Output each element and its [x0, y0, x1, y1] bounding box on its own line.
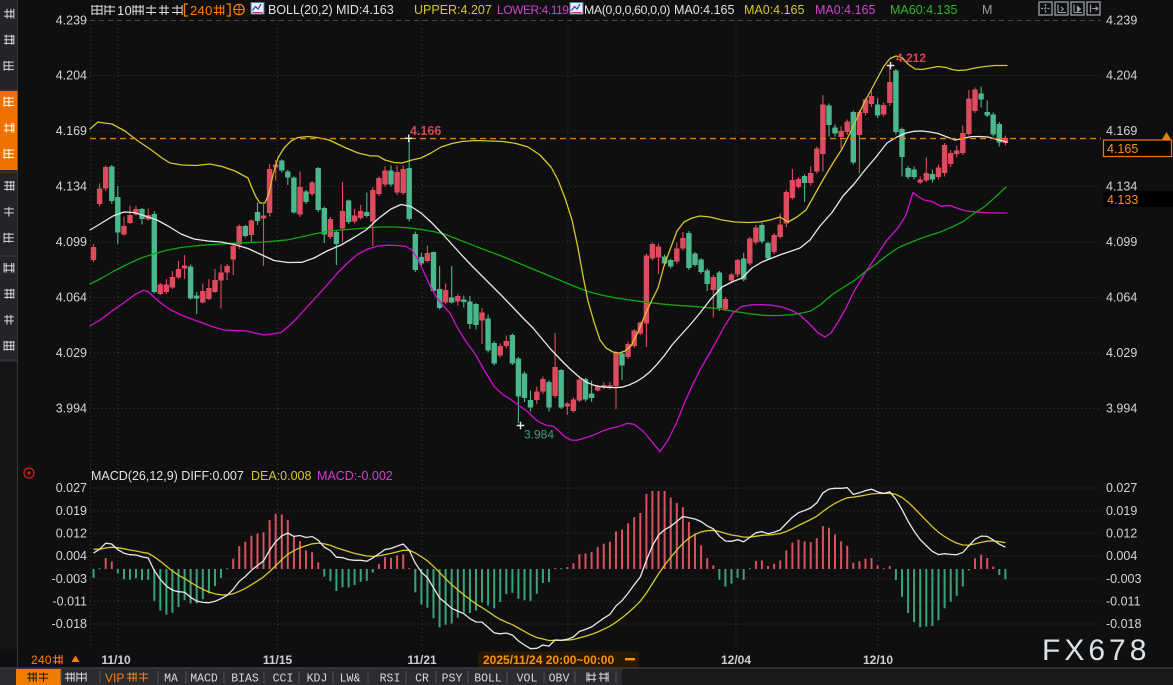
svg-text:0: 0 [45, 653, 52, 667]
svg-text:4.212: 4.212 [896, 51, 926, 65]
svg-text:MACD:-0.002: MACD:-0.002 [317, 469, 393, 483]
svg-text:4.064: 4.064 [1106, 291, 1137, 305]
svg-text:-0.018: -0.018 [52, 617, 87, 631]
svg-text:CR: CR [415, 673, 429, 685]
svg-text:OBV: OBV [549, 673, 570, 685]
svg-text:12/04: 12/04 [721, 653, 751, 667]
svg-text:0.012: 0.012 [56, 527, 87, 541]
svg-text:RSI: RSI [380, 673, 401, 685]
svg-text:MA(0,0,0,60,0,0): MA(0,0,0,60,0,0) [584, 3, 670, 17]
svg-text:3.994: 3.994 [1106, 402, 1137, 416]
svg-text:0.027: 0.027 [56, 481, 87, 495]
svg-text:0: 0 [125, 3, 132, 18]
svg-text:MA: MA [164, 673, 178, 685]
svg-text:4.133: 4.133 [1107, 193, 1138, 207]
svg-text:4.029: 4.029 [1106, 346, 1137, 360]
svg-text:0.012: 0.012 [1106, 527, 1137, 541]
svg-text:LW&: LW& [340, 673, 361, 685]
svg-text:4.064: 4.064 [56, 291, 87, 305]
svg-text:4.239: 4.239 [1106, 14, 1137, 28]
svg-text:MA60:4.135: MA60:4.135 [890, 3, 957, 17]
svg-text:-0.003: -0.003 [52, 572, 87, 586]
svg-text:FX678: FX678 [1042, 634, 1150, 667]
svg-text:0.019: 0.019 [1106, 504, 1137, 518]
svg-text:2: 2 [31, 653, 38, 667]
svg-text:MA0:4.165: MA0:4.165 [815, 3, 876, 17]
svg-text:11/15: 11/15 [263, 653, 293, 667]
svg-text:VIP: VIP [105, 671, 124, 685]
svg-text:BOLL: BOLL [474, 673, 502, 685]
svg-text:2025/11/24 20:00~00:00: 2025/11/24 20:00~00:00 [483, 653, 614, 667]
svg-text:MACD(26,12,9) DIFF:0.007: MACD(26,12,9) DIFF:0.007 [91, 469, 244, 483]
svg-text:0.004: 0.004 [56, 549, 87, 563]
svg-text:4.239: 4.239 [56, 14, 87, 28]
svg-text:4.169: 4.169 [56, 124, 87, 138]
svg-text:3.984: 3.984 [524, 428, 554, 442]
svg-text:BIAS: BIAS [231, 673, 259, 685]
svg-text:4.099: 4.099 [56, 235, 87, 249]
svg-text:-0.011: -0.011 [52, 595, 87, 609]
svg-text:KDJ: KDJ [307, 673, 328, 685]
svg-text:-0.011: -0.011 [1106, 595, 1141, 609]
svg-text:4.166: 4.166 [410, 124, 441, 138]
svg-text:4.204: 4.204 [1106, 69, 1137, 83]
svg-text:0: 0 [205, 3, 212, 18]
svg-text:4.099: 4.099 [1106, 235, 1137, 249]
svg-text:PSY: PSY [442, 673, 463, 685]
svg-text:11/21: 11/21 [407, 653, 437, 667]
svg-text:DEA:0.008: DEA:0.008 [251, 469, 312, 483]
svg-text:MA0:4.165: MA0:4.165 [744, 3, 805, 17]
svg-text:MA0:4.165: MA0:4.165 [674, 3, 735, 17]
svg-text:2: 2 [190, 3, 197, 18]
svg-text:4.165: 4.165 [1107, 142, 1138, 156]
svg-text:4.029: 4.029 [56, 346, 87, 360]
svg-text:1: 1 [117, 3, 124, 18]
svg-text:0.019: 0.019 [56, 504, 87, 518]
svg-text:4.134: 4.134 [56, 180, 87, 194]
svg-text:4: 4 [198, 3, 205, 18]
svg-text:VOL: VOL [517, 673, 538, 685]
svg-text:3.994: 3.994 [56, 402, 87, 416]
svg-text:12/10: 12/10 [863, 653, 893, 667]
svg-text:MACD: MACD [190, 673, 218, 685]
svg-text:4.204: 4.204 [56, 69, 87, 83]
svg-text:CCI: CCI [273, 673, 294, 685]
svg-text:0.027: 0.027 [1106, 481, 1137, 495]
svg-text:M: M [982, 3, 992, 17]
svg-text:BOLL(20,2): BOLL(20,2) [268, 3, 333, 17]
svg-text:0.004: 0.004 [1106, 549, 1137, 563]
svg-text:UPPER:4.207: UPPER:4.207 [414, 3, 492, 17]
svg-text:-0.003: -0.003 [1106, 572, 1141, 586]
svg-text:MID:4.163: MID:4.163 [336, 3, 394, 17]
svg-text:4.169: 4.169 [1106, 124, 1137, 138]
svg-text:-0.018: -0.018 [1106, 617, 1141, 631]
svg-text:LOWER:4.119: LOWER:4.119 [497, 3, 569, 17]
svg-text:11/10: 11/10 [101, 653, 131, 667]
